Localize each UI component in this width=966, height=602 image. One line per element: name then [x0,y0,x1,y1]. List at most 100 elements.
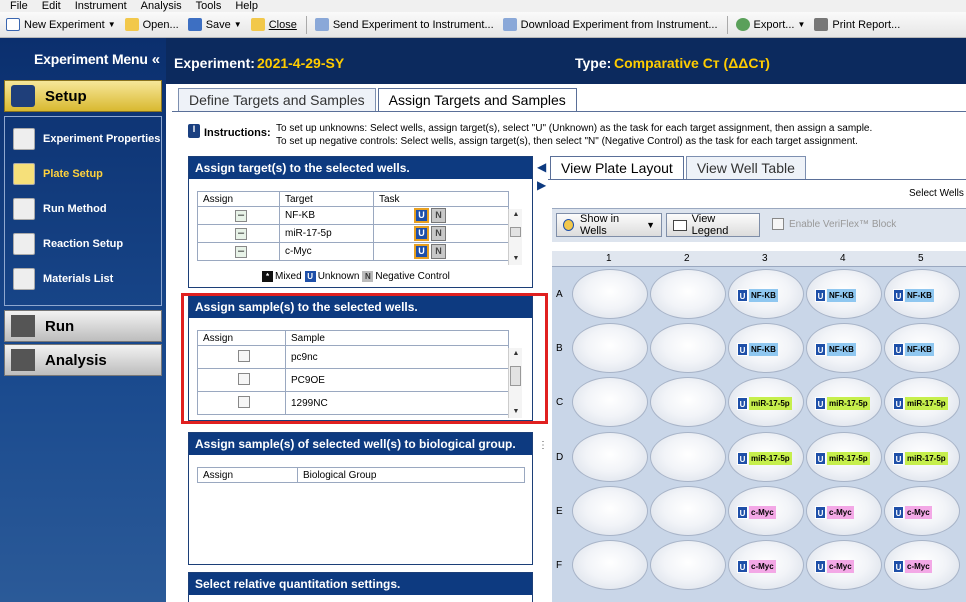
plate-well[interactable]: Uc-Myc [884,540,960,590]
show-in-wells-button[interactable]: Show in Wells ▼ [556,213,662,237]
view-legend-button[interactable]: View Legend [666,213,760,237]
assign-checkbox[interactable]: – [235,245,247,258]
tab-define-targets[interactable]: Define Targets and Samples [178,88,376,111]
menu-edit[interactable]: Edit [42,0,61,12]
column-header[interactable]: 2 [684,253,690,264]
table-row[interactable]: – c-Myc U N [197,242,509,261]
analysis-section[interactable]: Analysis [4,344,162,376]
plate-well[interactable]: UmiR-17-5p [884,432,960,482]
sidebar-item-run-method[interactable]: Run Method [5,191,161,226]
send-experiment-button[interactable]: Send Experiment to Instrument... [314,18,494,31]
plate-well[interactable] [650,323,726,373]
task-unknown-toggle[interactable]: U [414,208,429,223]
plate-well[interactable] [572,540,648,590]
plate-well[interactable]: U NF-KB [728,269,804,319]
plate-well[interactable]: UmiR-17-5p [806,377,882,427]
sidebar-item-materials-list[interactable]: Materials List [5,261,161,296]
tab-view-well-table[interactable]: View Well Table [685,156,806,179]
plate-well[interactable]: U NF-KB [884,323,960,373]
plate-well[interactable]: U NF-KB [884,269,960,319]
task-negative-toggle[interactable]: N [431,244,446,259]
plate-well[interactable] [572,432,648,482]
save-button[interactable]: Save ▼ [187,18,242,31]
run-section[interactable]: Run [4,310,162,342]
new-experiment-button[interactable]: New Experiment ▼ [6,18,116,31]
plate-well[interactable]: Uc-Myc [728,540,804,590]
table-row[interactable]: – NF-KB U N [197,206,509,225]
plate-well[interactable] [650,377,726,427]
scroll-thumb[interactable] [510,227,521,237]
plate-well[interactable] [650,432,726,482]
tab-assign-targets[interactable]: Assign Targets and Samples [377,88,577,111]
row-header[interactable]: A [556,289,563,300]
close-button[interactable]: Close [250,18,297,31]
row-header[interactable]: F [556,560,562,571]
download-experiment-button[interactable]: Download Experiment from Instrument... [502,18,718,31]
menu-tools[interactable]: Tools [196,0,222,12]
row-header[interactable]: C [556,397,563,408]
plate-well[interactable]: UmiR-17-5p [884,377,960,427]
sidebar-item-reaction-setup[interactable]: Reaction Setup [5,226,161,261]
row-header[interactable]: E [556,506,563,517]
unknown-task-icon: U [815,396,826,410]
targets-scrollbar[interactable]: ▲ ▼ [508,209,522,265]
plate-well[interactable]: Uc-Myc [806,540,882,590]
plate-well[interactable]: U NF-KB [806,269,882,319]
table-row[interactable]: – miR-17-5p U N [197,224,509,243]
plate-well[interactable]: U NF-KB [806,323,882,373]
task-negative-toggle[interactable]: N [431,226,446,241]
print-report-button[interactable]: Print Report... [814,18,900,31]
plate-well[interactable]: UmiR-17-5p [728,377,804,427]
menu-file[interactable]: File [10,0,28,12]
scroll-up-icon[interactable]: ▲ [509,209,523,221]
plate-well[interactable]: Uc-Myc [884,486,960,536]
plate-well[interactable] [572,323,648,373]
sidebar-item-plate-setup[interactable]: Plate Setup [5,156,161,191]
menu-instrument[interactable]: Instrument [75,0,127,12]
plate-well[interactable]: Uc-Myc [728,486,804,536]
well-target-tag: U NF-KB [815,288,856,302]
well-target-label: c-Myc [827,505,854,519]
plate-well[interactable] [650,540,726,590]
column-header[interactable]: 5 [918,253,924,264]
curve-chart-icon [13,197,35,220]
row-header[interactable]: B [556,343,563,354]
veriflex-checkbox[interactable] [772,218,784,230]
plate-well[interactable]: Uc-Myc [806,486,882,536]
column-header[interactable]: 4 [840,253,846,264]
task-unknown-toggle[interactable]: U [414,226,429,241]
menu-help[interactable]: Help [235,0,258,12]
column-header[interactable]: 3 [762,253,768,264]
plate-well[interactable]: U NF-KB [728,323,804,373]
tab-view-plate-layout[interactable]: View Plate Layout [550,156,684,179]
task-negative-toggle[interactable]: N [431,208,446,223]
task-unknown-toggle[interactable]: U [414,244,429,259]
plate-well[interactable] [650,269,726,319]
splitter-grip-icon[interactable]: ⋮ [538,440,548,451]
plate-well[interactable]: UmiR-17-5p [806,432,882,482]
scroll-down-icon[interactable]: ▼ [509,253,523,265]
plate-well[interactable] [572,377,648,427]
row-header[interactable]: D [556,452,563,463]
assign-checkbox[interactable]: – [235,209,247,222]
targets-table: Assign Target Task – NF-KB U N – miR-17-5p U N –… [197,191,509,261]
collapse-left-icon[interactable]: ◀ [537,160,546,174]
plate-well[interactable]: UmiR-17-5p [728,432,804,482]
expand-right-icon[interactable]: ▶ [537,178,546,192]
export-button[interactable]: Export... ▼ [735,18,805,31]
highlight-box [181,293,548,424]
plate-well[interactable] [572,269,648,319]
setup-section[interactable]: Setup [4,80,162,112]
collapse-chevron-icon[interactable]: « [152,51,160,68]
sidebar-item-experiment-properties[interactable]: Experiment Properties [5,121,161,156]
menu-analysis[interactable]: Analysis [141,0,182,12]
column-header[interactable]: 1 [606,253,612,264]
well-target-tag: U NF-KB [815,342,856,356]
assign-checkbox[interactable]: – [235,227,247,240]
plate-well[interactable] [650,486,726,536]
plate-well[interactable] [572,486,648,536]
well-target-tag: UmiR-17-5p [893,396,948,410]
unknown-task-icon: U [893,396,904,410]
open-button[interactable]: Open... [124,18,179,31]
assign-targets-title: Assign target(s) to the selected wells. [189,157,532,179]
